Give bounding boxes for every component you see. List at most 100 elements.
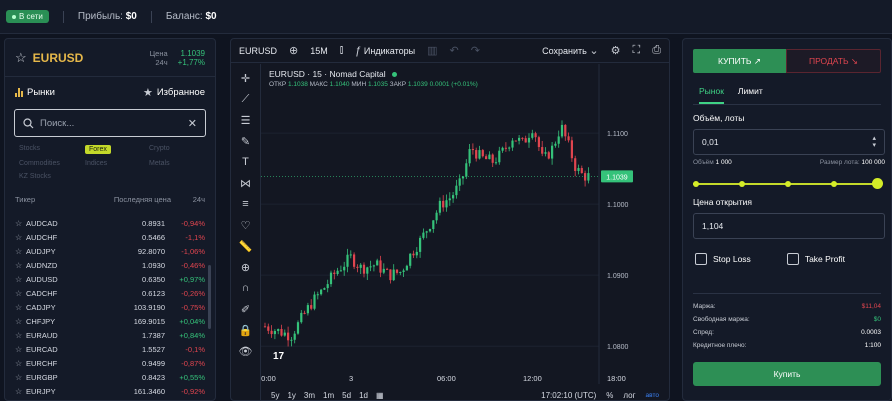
category-forex[interactable]: Forex [85,145,111,154]
tab-market[interactable]: Рынок [699,86,724,104]
search-input[interactable] [40,117,182,129]
scrollbar[interactable] [208,265,211,329]
table-row[interactable]: ☆ CADJPY 103.9190 -0,75% [5,300,215,314]
checkbox-box[interactable] [695,253,707,265]
lock-icon[interactable]: 🔒 [237,322,255,338]
star-icon[interactable]: ☆ [15,275,26,284]
camera-icon[interactable]: ⎙ [652,44,661,57]
heart-icon[interactable]: ♡ [237,217,255,233]
pencil-lock-icon[interactable]: ✐ [237,301,255,317]
category-crypto[interactable]: Crypto [149,145,209,154]
star-icon[interactable]: ☆ [15,345,26,354]
range-3m[interactable]: 3m [304,391,315,400]
category-kz-stocks[interactable]: KZ Stocks [19,173,85,180]
volume-field[interactable]: 0,01 ▴ ▾ [693,129,885,155]
magnet-icon[interactable]: ∩ [237,280,255,296]
chart-symbol-button[interactable]: EURUSD [239,46,277,56]
trend-line-icon[interactable]: ⟋ [237,91,255,107]
header-ticker[interactable]: Тикер [15,195,95,204]
calendar-icon[interactable]: ▦ [376,391,384,400]
star-icon[interactable]: ☆ [15,247,26,256]
percent-toggle[interactable]: % [606,391,613,400]
table-row[interactable]: ☆ EURCAD 1.5527 -0,1% [5,342,215,356]
range-5d[interactable]: 5d [342,391,351,400]
slider-stop[interactable] [693,181,699,187]
sell-side-button[interactable]: ПРОДАТЬ ↘ [786,49,881,73]
star-icon[interactable]: ☆ [15,219,26,228]
range-1m[interactable]: 1m [323,391,334,400]
tab-markets[interactable]: Рынки [15,87,55,98]
undo-icon[interactable]: ↶ [450,44,459,57]
table-row[interactable]: ☆ CHFJPY 169.9015 +0,04% [5,314,215,328]
clock-time[interactable]: 17:02:10 (UTC) [541,391,596,400]
redo-icon[interactable]: ↷ [471,44,480,57]
star-icon[interactable]: ☆ [15,331,26,340]
slider-stop[interactable] [739,181,745,187]
range-1y[interactable]: 1y [287,391,295,400]
horizontal-lines-icon[interactable]: ☰ [237,112,255,128]
table-row[interactable]: ☆ EURGBP 0.8423 +0,55% [5,370,215,384]
text-icon[interactable]: T [237,154,255,170]
tab-favorites[interactable]: ★ Избранное [143,86,205,99]
stop-loss-checkbox[interactable]: Stop Loss [695,253,751,265]
table-row[interactable]: ☆ EURJPY 161.3460 -0,92% [5,384,215,398]
table-row[interactable]: ☆ EURAUD 1.7387 +0,84% [5,328,215,342]
crosshair-icon[interactable]: ✛ [237,70,255,86]
take-profit-checkbox[interactable]: Take Profit [786,253,845,265]
star-icon[interactable]: ☆ [15,359,26,368]
table-row[interactable]: ☆ AUDNZD 1.0930 -0,46% [5,258,215,272]
save-button[interactable]: Сохранить ⌄ [542,44,598,57]
star-icon[interactable]: ☆ [15,261,26,270]
stop-loss-label: Stop Loss [713,254,751,264]
indicators-button[interactable]: ƒ Индикаторы [355,45,415,57]
close-icon[interactable]: ✕ [188,117,197,130]
price-chart[interactable]: 1.1039 1.1100 1.1000 1.0900 1.0800 00:00 3 06:0… [261,64,670,384]
range-1d[interactable]: 1d [359,391,368,400]
table-row[interactable]: ☆ AUDUSD 0.6350 +0,97% [5,272,215,286]
category-commodities[interactable]: Commodities [19,160,85,167]
eye-icon[interactable]: 👁 [237,343,255,359]
range-5y[interactable]: 5y [271,391,279,400]
pattern-icon[interactable]: ⋈ [237,175,255,191]
category-metals[interactable]: Metals [149,160,209,167]
gear-icon[interactable]: ⚙ [611,44,621,57]
ruler-icon[interactable]: 📏 [237,238,255,254]
volume-slider[interactable] [693,178,883,190]
category-indices[interactable]: Indices [85,160,149,167]
table-row[interactable]: ☆ AUDCAD 0.8931 -0,94% [5,216,215,230]
auto-toggle[interactable]: авто [646,392,659,399]
brush-icon[interactable]: ✎ [237,133,255,149]
zoom-in-icon[interactable]: ⊕ [237,259,255,275]
star-icon[interactable]: ☆ [15,387,26,396]
layout-icon[interactable]: ▥ [427,44,437,57]
submit-buy-button[interactable]: Купить [693,362,881,386]
star-icon[interactable]: ☆ [15,317,26,326]
open-price-field[interactable]: 1,104 [693,213,885,239]
table-row[interactable]: ☆ AUDCHF 0.5466 -1,1% [5,230,215,244]
tab-limit[interactable]: Лимит [738,86,763,104]
add-symbol-icon[interactable]: ⊕ [289,44,298,57]
table-row[interactable]: ☆ CADCHF 0.6123 -0,26% [5,286,215,300]
star-icon[interactable]: ☆ [15,233,26,242]
star-icon[interactable]: ☆ [15,303,26,312]
fullscreen-icon[interactable]: ⛶ [632,44,640,57]
candles-icon[interactable]: ⫾ [340,44,344,57]
header-last-price[interactable]: Последняя цена [95,195,171,204]
header-24h[interactable]: 24ч [171,195,205,204]
slider-handle[interactable] [872,178,883,189]
candle [343,266,346,271]
category-stocks[interactable]: Stocks [19,145,85,154]
star-icon[interactable]: ☆ [15,50,27,66]
star-icon[interactable]: ☆ [15,289,26,298]
star-icon[interactable]: ☆ [15,373,26,382]
table-row[interactable]: ☆ AUDJPY 92.8070 -1,06% [5,244,215,258]
checkbox-box[interactable] [786,253,799,265]
interval-button[interactable]: 15M [310,46,328,56]
table-row[interactable]: ☆ EURCHF 0.9499 -0,87% [5,356,215,370]
stepper-icon[interactable]: ▴ ▾ [872,135,876,149]
fib-icon[interactable]: ≡ [237,196,255,212]
slider-stop[interactable] [785,181,791,187]
slider-stop[interactable] [831,181,837,187]
log-toggle[interactable]: лог [623,391,635,400]
buy-side-button[interactable]: КУПИТЬ ↗ [693,49,786,73]
